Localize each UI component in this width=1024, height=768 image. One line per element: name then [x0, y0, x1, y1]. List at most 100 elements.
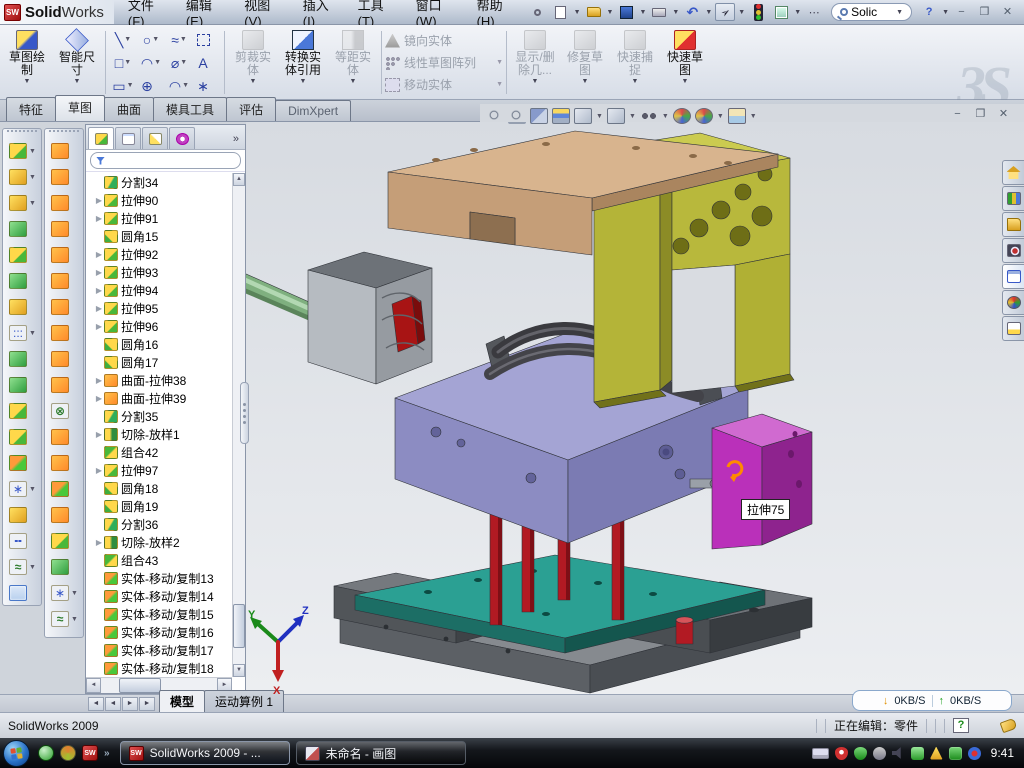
- tree-item[interactable]: ▶ 实体-移动/复制18: [94, 659, 232, 677]
- command-tab[interactable]: 草图: [55, 95, 105, 121]
- dropdown-arrow-icon[interactable]: ▼: [496, 81, 503, 88]
- dropdown-arrow-icon[interactable]: ▼: [682, 78, 689, 85]
- command-row[interactable]: 移动实体 ▼: [385, 75, 503, 95]
- view-settings-icon[interactable]: [640, 108, 658, 124]
- print-button[interactable]: [649, 3, 669, 21]
- tray-security-icon[interactable]: [854, 747, 867, 760]
- surface-tool-button[interactable]: ▼: [45, 164, 83, 190]
- quick-launch-icon[interactable]: [60, 745, 76, 761]
- tab-dimxpert-manager[interactable]: [169, 127, 195, 149]
- feature-tool-button[interactable]: ▼: [3, 398, 41, 424]
- command-row[interactable]: 镜向实体 ▼: [385, 31, 503, 51]
- sketch-entity-icon[interactable]: ∗▼: [193, 74, 221, 97]
- sketch-entity-icon[interactable]: ◠▼: [165, 74, 193, 97]
- feature-tool-button[interactable]: ▼: [3, 294, 41, 320]
- dropdown-arrow-icon[interactable]: ▼: [74, 78, 81, 85]
- input-method-icon[interactable]: [812, 748, 829, 759]
- tree-item[interactable]: ▶ 圆角18: [94, 479, 232, 497]
- tray-warning-icon[interactable]: [930, 747, 943, 760]
- feature-tool-button[interactable]: ≈▼: [3, 554, 41, 580]
- expand-arrow-icon[interactable]: ▶: [94, 214, 104, 223]
- apply-scene-icon[interactable]: [695, 108, 713, 124]
- minimize-button[interactable]: −: [953, 5, 970, 20]
- menu-item[interactable]: 插入(I): [289, 0, 344, 24]
- command-button[interactable]: 等距实体 ▼: [328, 28, 378, 97]
- sketch-entity-icon[interactable]: ⌀▼: [165, 51, 193, 74]
- dropdown-arrow-icon[interactable]: ▼: [632, 78, 639, 85]
- search-input[interactable]: [851, 5, 893, 19]
- tree-item[interactable]: ▶ 分割34: [94, 173, 232, 191]
- tab-scroll-button[interactable]: ◄: [88, 697, 104, 711]
- tree-item[interactable]: ▶ 组合43: [94, 551, 232, 569]
- feature-tool-button[interactable]: ▼: [3, 502, 41, 528]
- doc-close-button[interactable]: ✕: [995, 107, 1012, 122]
- command-tab[interactable]: 模具工具: [153, 97, 227, 121]
- surface-tool-button[interactable]: ▼: [45, 216, 83, 242]
- messenger-icon[interactable]: [38, 745, 54, 761]
- feature-tool-button[interactable]: ▼: [3, 372, 41, 398]
- command-button[interactable]: 显示/删除几... ▼: [510, 28, 560, 97]
- surface-tool-button[interactable]: ▼: [45, 424, 83, 450]
- doc-minimize-button[interactable]: −: [949, 107, 966, 122]
- surface-tool-button[interactable]: ▼: [45, 346, 83, 372]
- volume-icon[interactable]: [892, 747, 905, 760]
- surface-tool-button[interactable]: ▼: [45, 268, 83, 294]
- tree-item[interactable]: ▶ 切除-放样1: [94, 425, 232, 443]
- sketch-entity-icon[interactable]: ▼: [193, 28, 221, 51]
- menu-item[interactable]: 编辑(E): [172, 0, 230, 24]
- more-tools-button[interactable]: ⋯: [804, 3, 824, 21]
- tab-feature-manager[interactable]: [88, 127, 114, 149]
- surface-tool-button[interactable]: ▼: [45, 372, 83, 398]
- dropdown-arrow-icon[interactable]: ▼: [24, 78, 31, 85]
- zoom-area-icon[interactable]: [508, 108, 526, 124]
- select-tool-button[interactable]: ➢: [715, 3, 735, 21]
- tree-item[interactable]: ▶ 拉伸90: [94, 191, 232, 209]
- menu-item[interactable]: 帮助(H): [463, 0, 522, 24]
- tree-item[interactable]: ▶ 实体-移动/复制13: [94, 569, 232, 587]
- feature-tool-button[interactable]: ╍▼: [3, 528, 41, 554]
- start-button[interactable]: [3, 740, 30, 767]
- tree-item[interactable]: ▶ 组合42: [94, 443, 232, 461]
- sketch-entity-icon[interactable]: ◠▼: [137, 51, 165, 74]
- surface-tool-button[interactable]: ▼: [45, 554, 83, 580]
- tab-property-manager[interactable]: [115, 127, 141, 149]
- command-button[interactable]: 快速捕捉 ▼: [610, 28, 660, 97]
- surface-tool-button[interactable]: ⊗▼: [45, 398, 83, 424]
- undo-button[interactable]: ↶: [682, 3, 702, 21]
- view-orientation-icon[interactable]: [552, 108, 570, 124]
- taskbar-window-button[interactable]: 未命名 - 画图: [296, 741, 466, 765]
- edit-appearance-icon[interactable]: [673, 108, 691, 124]
- tree-item[interactable]: ▶ 拉伸91: [94, 209, 232, 227]
- surface-tool-button[interactable]: ∗▼: [45, 580, 83, 606]
- feature-tool-button[interactable]: ▼: [3, 424, 41, 450]
- tree-item[interactable]: ▶ 拉伸92: [94, 245, 232, 263]
- scroll-up-arrow[interactable]: ▲: [233, 173, 245, 186]
- menu-item[interactable]: 文件(F): [114, 0, 172, 24]
- tab-configuration-manager[interactable]: [142, 127, 168, 149]
- options-button[interactable]: [771, 3, 791, 21]
- filter-box[interactable]: [90, 152, 241, 169]
- command-tab[interactable]: 特征: [6, 97, 56, 121]
- sketch-entity-icon[interactable]: ╲▼: [109, 28, 137, 51]
- tab-appearances[interactable]: [1002, 290, 1024, 315]
- command-button[interactable]: 快速草图 ▼: [660, 28, 710, 97]
- taskbar-window-button[interactable]: SW SolidWorks 2009 - ...: [120, 741, 290, 765]
- tree-item[interactable]: ▶ 拉伸95: [94, 299, 232, 317]
- section-view-icon[interactable]: [530, 108, 548, 124]
- surface-tool-button[interactable]: ▼: [45, 138, 83, 164]
- pin-icon[interactable]: [528, 3, 548, 21]
- search-box[interactable]: ▼: [831, 3, 912, 21]
- tab-design-library[interactable]: [1002, 186, 1024, 211]
- menu-item[interactable]: 工具(T): [344, 0, 402, 24]
- tray-antivirus-icon[interactable]: [835, 747, 848, 760]
- toolbar-grip[interactable]: [7, 130, 37, 137]
- save-button[interactable]: [616, 3, 636, 21]
- feature-tool-button[interactable]: ▼: [3, 268, 41, 294]
- tree-item[interactable]: ▶ 拉伸97: [94, 461, 232, 479]
- expand-arrow-icon[interactable]: ▶: [94, 466, 104, 475]
- filter-input[interactable]: [109, 155, 235, 167]
- status-help-icon[interactable]: ?: [953, 718, 969, 733]
- surface-tool-button[interactable]: ▼: [45, 190, 83, 216]
- tree-item[interactable]: ▶ 拉伸94: [94, 281, 232, 299]
- scroll-thumb[interactable]: [119, 678, 161, 693]
